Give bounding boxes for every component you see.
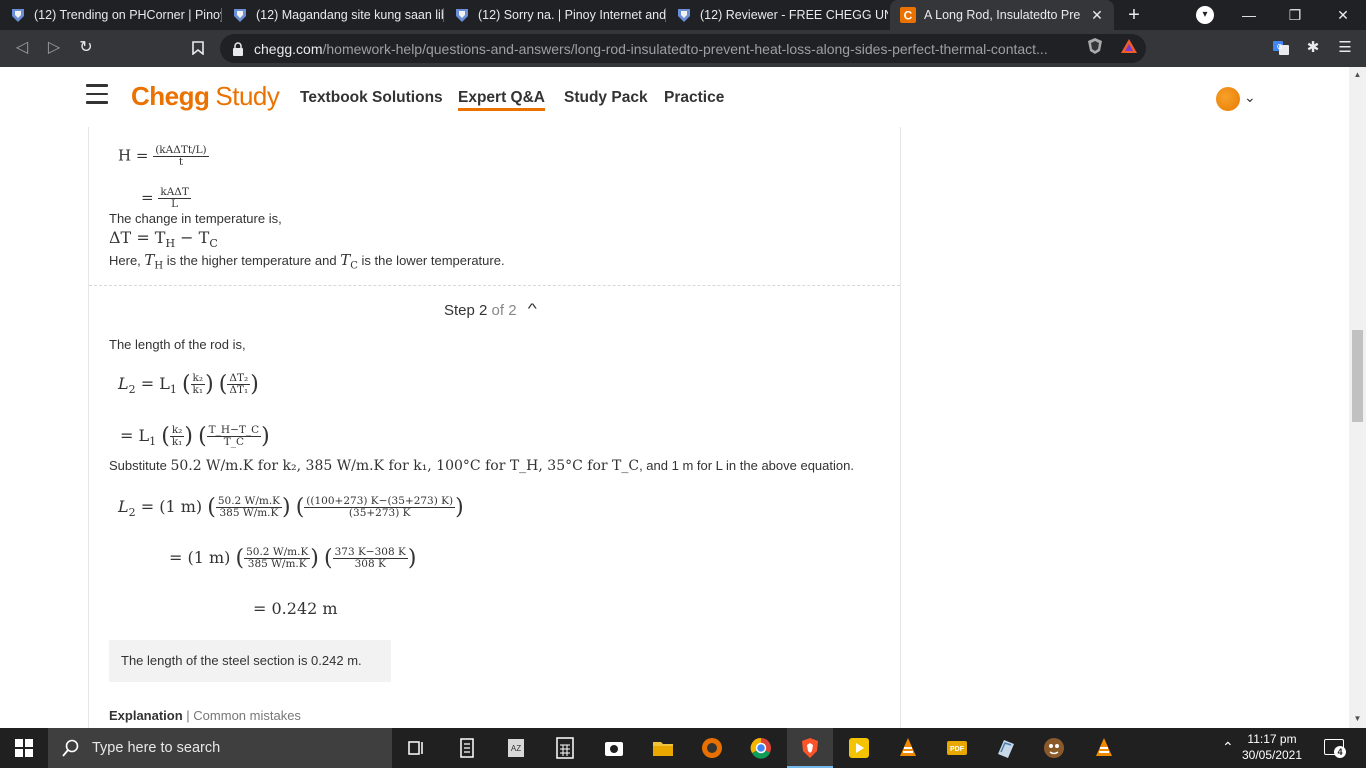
phcorner-favicon-icon [10,7,26,23]
chegg-study-logo[interactable]: Chegg Study [131,81,280,112]
browser-toolbar: ◁ ▷ ↻ chegg.com/homework-help/questions-… [0,30,1366,67]
windows-start-icon[interactable] [0,728,48,768]
nav-textbook-solutions[interactable]: Textbook Solutions [300,89,443,107]
nav-study-pack[interactable]: Study Pack [564,89,648,107]
vlc-icon[interactable] [1092,736,1116,760]
calculator-icon[interactable] [553,736,577,760]
hamburger-menu-icon[interactable] [86,84,108,104]
equation-H: H = (kAΔTt/L) t [118,144,209,169]
new-tab-button[interactable]: + [1122,3,1146,27]
tab-title: (12) Sorry na. | Pinoy Internet and T [478,8,666,22]
search-icon [62,739,79,757]
here-text: Here, TH is the higher temperature and T… [109,251,505,272]
brave-shield-icon[interactable] [1086,37,1104,55]
extensions-icon[interactable]: ✱ [1304,39,1322,57]
address-bar[interactable]: chegg.com/homework-help/questions-and-an… [220,34,1146,63]
svg-text:G: G [1277,44,1282,51]
nav-expert-qa[interactable]: Expert Q&A [458,89,545,111]
restore-button[interactable]: ❐ [1272,0,1318,30]
phcorner-favicon-icon [676,7,692,23]
chevron-down-icon[interactable]: ⌄ [1244,89,1256,106]
taskbar-search-box[interactable]: Type here to search [48,728,392,768]
close-tab-icon[interactable]: ✕ [1088,7,1106,24]
browser-tab[interactable]: (12) Magandang site kung saan lib [222,0,444,30]
back-icon[interactable]: ◁ [10,36,34,60]
equation-L2-general: L2 = L1 (k₂ k₁) (ΔT₂ ΔT₁) [118,371,259,397]
svg-text:PDF: PDF [950,746,965,753]
taskbar-clock[interactable]: 11:17 pm 30/05/2021 [1240,731,1304,763]
equation-L2-substituted: L2 = (1 m) (50.2 W/m.K 385 W/m.K) (((100+… [118,494,464,520]
equation-delta-T: ΔT = TH − TC [109,228,218,251]
bookmark-icon[interactable] [186,36,210,60]
phcorner-favicon-icon [232,7,248,23]
vlc-icon[interactable] [896,736,920,760]
tab-title: (12) Reviewer - FREE CHEGG UNLO [700,8,888,22]
chegg-favicon-icon: C [900,7,916,23]
brave-rewards-icon[interactable] [1120,37,1138,55]
svg-text:AZ: AZ [511,744,521,753]
notes-app-icon[interactable] [455,736,479,760]
browser-tab[interactable]: (12) Sorry na. | Pinoy Internet and T [444,0,666,30]
lock-icon [233,41,243,56]
minimize-button[interactable]: — [1226,0,1272,30]
paint-app-icon[interactable] [994,736,1018,760]
browser-tab-active[interactable]: C A Long Rod, Insulatedto Preve ✕ [890,0,1114,30]
svg-text:C: C [904,9,913,23]
notification-count-badge: 4 [1334,746,1346,758]
step-divider [89,285,900,286]
camera-app-icon[interactable] [602,736,626,760]
tab-title: (12) Magandang site kung saan lib [256,8,444,22]
chegg-header: Chegg Study Textbook Solutions Expert Q&A… [0,67,1366,127]
task-view-icon[interactable] [404,736,428,760]
avatar[interactable] [1216,87,1240,111]
brave-taskbar-active[interactable] [787,728,833,768]
menu-icon[interactable]: ☰ [1336,39,1354,57]
tab-title: (12) Trending on PHCorner | Pinoy [34,8,222,22]
forward-icon[interactable]: ▷ [42,36,66,60]
change-in-temp-text: The change in temperature is, [109,211,282,226]
dictionary-app-icon[interactable]: AZ [504,736,528,760]
tray-expand-icon[interactable]: ⌃ [1222,739,1234,779]
chrome-icon[interactable] [749,736,773,760]
scrollbar-thumb[interactable] [1352,330,1363,422]
scroll-down-icon[interactable]: ▼ [1352,714,1363,723]
tab-search-icon[interactable]: ▾ [1196,6,1214,24]
phcorner-favicon-icon [454,7,470,23]
equation-H-simplified: = kAΔT L [141,186,191,211]
player-app-icon[interactable] [847,736,871,760]
equation-L2-simplified: = (1 m) (50.2 W/m.K 385 W/m.K) (373 K−308… [169,545,417,571]
substitute-text: Substitute 50.2 W/m.K for k₂, 385 W/m.K … [109,458,854,474]
equation-L2-temps: = L1 (k₂ k₁) (T_H−T_C T_C) [120,423,270,449]
reload-icon[interactable]: ↻ [74,36,98,60]
explanation-header[interactable]: Explanation | Common mistakes [109,708,301,723]
file-explorer-icon[interactable] [651,736,675,760]
final-answer-box: The length of the steel section is 0.242… [109,640,391,682]
close-window-button[interactable]: ✕ [1320,0,1366,30]
brave-browser-icon [802,738,818,758]
nav-practice[interactable]: Practice [664,89,724,107]
equation-result: = 0.242 m [253,599,338,618]
search-placeholder: Type here to search [92,740,221,756]
pdf-app-icon[interactable]: PDF [945,736,969,760]
media-app-icon[interactable] [700,736,724,760]
chevron-up-icon[interactable]: ^ [528,300,537,316]
browser-tab[interactable]: (12) Trending on PHCorner | Pinoy [0,0,222,30]
translate-extension-icon[interactable]: G [1272,39,1290,57]
browser-tab[interactable]: (12) Reviewer - FREE CHEGG UNLO [666,0,888,30]
length-text: The length of the rod is, [109,337,246,352]
step-title[interactable]: Step 2 of 2 [444,302,517,319]
solution-content: H = (kAΔTt/L) t = kAΔT L The change in tem… [88,127,901,728]
tab-title: A Long Rod, Insulatedto Preve [924,8,1080,22]
scroll-up-icon[interactable]: ▲ [1352,70,1363,79]
game-app-icon[interactable] [1042,736,1066,760]
url-text: chegg.com/homework-help/questions-and-an… [254,40,1048,57]
browser-tabstrip: (12) Trending on PHCorner | Pinoy (12) M… [0,0,1366,30]
windows-taskbar: Type here to search AZ PDF ⌃ 11:17 pm 30… [0,728,1366,768]
